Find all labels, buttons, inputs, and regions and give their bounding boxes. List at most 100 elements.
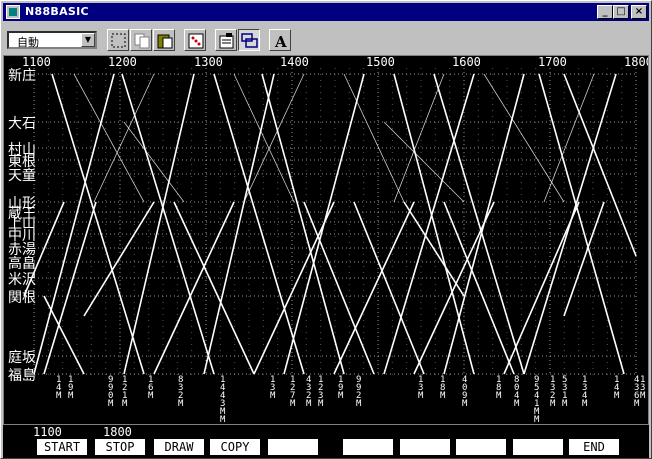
- dotted-rectangle-icon: [111, 33, 126, 48]
- font-letter: A: [274, 33, 287, 50]
- select-tool-button[interactable]: [107, 29, 129, 51]
- train-number: 14M: [614, 375, 620, 401]
- station-label: 庭坂: [8, 349, 36, 366]
- train-line-local: [93, 73, 155, 203]
- train-line: [563, 201, 605, 317]
- function-key-8[interactable]: [456, 439, 506, 455]
- screen-icon: [241, 33, 258, 48]
- copy-tool-button[interactable]: [130, 29, 152, 51]
- train-number: 121M: [122, 375, 128, 409]
- window-title: N88BASIC: [25, 5, 89, 18]
- train-line-local: [243, 73, 305, 203]
- train-line: [153, 201, 235, 375]
- train-number: 990M: [108, 375, 114, 409]
- time-label: 1300: [194, 56, 223, 69]
- time-label: 1700: [538, 56, 567, 69]
- draw-key[interactable]: DRAW: [154, 439, 204, 455]
- train-number: 13M: [640, 375, 646, 401]
- time-label: 1200: [108, 56, 137, 69]
- train-line-local: [343, 73, 405, 203]
- function-key-5[interactable]: [268, 439, 318, 455]
- label-layer: 11001200130014001500160017001800新庄大石村山東根…: [8, 56, 648, 384]
- title-bar[interactable]: N88BASIC _ □ ×: [3, 3, 649, 21]
- font-a-icon: A: [274, 33, 287, 50]
- train-line-local: [123, 121, 185, 203]
- chevron-down-icon[interactable]: ▼: [81, 33, 95, 47]
- train-line-local: [393, 73, 445, 203]
- train-number: 14M: [56, 375, 62, 401]
- train-number: 123M: [318, 375, 324, 409]
- train-number: 13M: [270, 375, 276, 401]
- range-end-label: 1800: [103, 425, 132, 439]
- paste-icon: [157, 34, 173, 49]
- train-line: [173, 201, 255, 375]
- time-label: 1600: [452, 56, 481, 69]
- train-number: 9541MM: [534, 375, 540, 424]
- train-lines-layer: [23, 73, 637, 375]
- range-start-label: 1100: [33, 425, 62, 439]
- toolbar: 自動 ▼ A: [3, 23, 649, 53]
- properties-tool-button[interactable]: [215, 29, 237, 51]
- train-line: [403, 201, 465, 297]
- grid-layer: [33, 68, 637, 376]
- start-key[interactable]: START: [37, 439, 87, 455]
- copy-key[interactable]: COPY: [210, 439, 260, 455]
- station-label: 米沢: [8, 272, 36, 288]
- minimize-button[interactable]: _: [597, 5, 613, 19]
- status-bar: 1100 1800 START STOP DRAW COPY END: [3, 425, 649, 458]
- train-number: 18M: [440, 375, 446, 401]
- train-line: [383, 73, 475, 375]
- end-key[interactable]: END: [569, 439, 619, 455]
- function-key-6[interactable]: [343, 439, 393, 455]
- train-number: 832M: [178, 375, 184, 409]
- copy-icon: [134, 33, 150, 49]
- train-line-local: [483, 73, 565, 203]
- stop-key[interactable]: STOP: [95, 439, 145, 455]
- train-line: [121, 73, 215, 375]
- train-line: [83, 201, 155, 317]
- station-label: 高畠: [8, 255, 36, 272]
- train-diagram[interactable]: 11001200130014001500160017001800新庄大石村山東根…: [4, 56, 648, 424]
- mode-select[interactable]: 自動 ▼: [7, 31, 97, 49]
- train-line: [33, 73, 115, 375]
- function-key-9[interactable]: [513, 439, 563, 455]
- train-diagram-panel[interactable]: 11001200130014001500160017001800新庄大石村山東根…: [3, 55, 649, 425]
- train-line: [333, 201, 415, 375]
- dice-tool-button[interactable]: [184, 29, 206, 51]
- function-key-7[interactable]: [400, 439, 450, 455]
- train-line-local: [233, 73, 295, 203]
- screen-tool-button[interactable]: [238, 29, 260, 51]
- train-line: [213, 73, 305, 375]
- train-number: 432M: [306, 375, 312, 409]
- train-number: 19M: [338, 375, 344, 401]
- time-label: 1400: [280, 56, 309, 69]
- station-label: 大石: [8, 116, 36, 132]
- train-number: 127M: [290, 375, 296, 409]
- train-number: 992M: [356, 375, 362, 409]
- app-icon[interactable]: [6, 5, 20, 19]
- train-number: 13M: [418, 375, 424, 401]
- train-line: [503, 201, 580, 375]
- train-line: [303, 201, 375, 375]
- train-number: 531M: [562, 375, 568, 409]
- properties-icon: [219, 33, 234, 49]
- mode-select-value: 自動: [17, 36, 39, 49]
- train-number: 132M: [550, 375, 556, 409]
- train-number: 16M: [148, 375, 154, 401]
- maximize-button[interactable]: □: [613, 5, 629, 19]
- dice-icon: [188, 33, 204, 49]
- app-window: N88BASIC _ □ × 自動 ▼ A 1100 1200 1300 140…: [0, 0, 652, 459]
- time-label: 1800: [624, 56, 648, 69]
- paste-tool-button[interactable]: [153, 29, 175, 51]
- station-label: 福島: [8, 368, 36, 384]
- train-number: 134M: [582, 375, 588, 409]
- time-label: 1500: [366, 56, 395, 69]
- train-number: 18M: [496, 375, 502, 401]
- train-number: 804M: [514, 375, 520, 409]
- train-line: [433, 73, 525, 375]
- train-number: 409M: [462, 375, 468, 409]
- close-button[interactable]: ×: [631, 5, 647, 19]
- font-tool-button[interactable]: A: [269, 29, 291, 51]
- station-label: 関根: [8, 290, 36, 306]
- station-label: 天童: [8, 167, 36, 184]
